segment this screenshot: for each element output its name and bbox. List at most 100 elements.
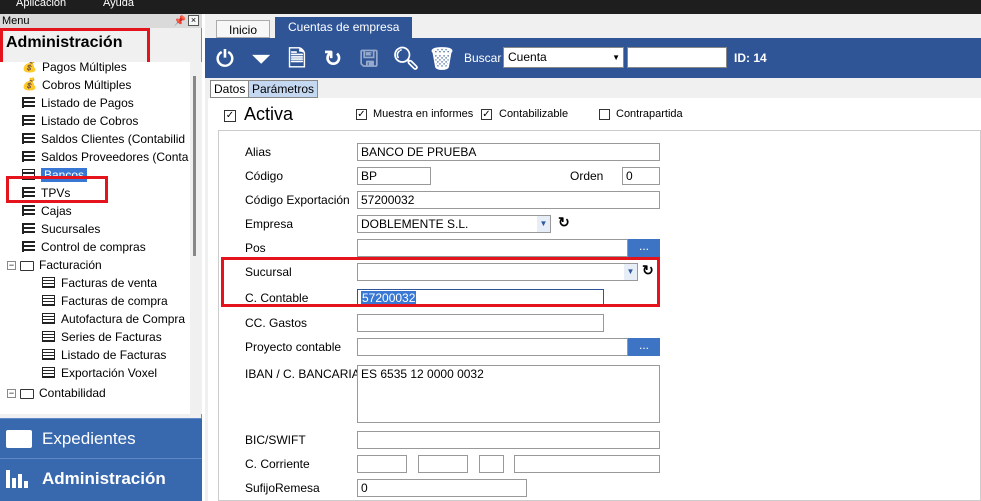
tree-item-control-compras[interactable]: Control de compras bbox=[22, 238, 146, 256]
tree-item-sucursales[interactable]: Sucursales bbox=[22, 220, 100, 238]
tree-item-listado-facturas[interactable]: Listado de Facturas bbox=[42, 346, 166, 364]
tree-item-saldos-proveedores[interactable]: Saldos Proveedores (Conta bbox=[22, 148, 188, 166]
subtab-strip: Datos Parámetros bbox=[205, 78, 981, 98]
tree-item-cajas[interactable]: Cajas bbox=[22, 202, 72, 220]
tree-item-pagos-multiples[interactable]: 💰 Pagos Múltiples bbox=[22, 62, 127, 76]
tree-item-facturas-venta[interactable]: Facturas de venta bbox=[42, 274, 157, 292]
contrapartida-label: Contrapartida bbox=[616, 108, 683, 120]
cc-gastos-field[interactable] bbox=[357, 314, 604, 332]
codigo-label: Código bbox=[245, 169, 284, 183]
collapse-icon[interactable]: − bbox=[7, 261, 16, 271]
tree-item-facturas-compra[interactable]: Facturas de compra bbox=[42, 292, 168, 310]
close-icon[interactable]: × bbox=[188, 15, 199, 26]
codigo-field[interactable]: BP bbox=[357, 167, 431, 185]
orden-label: Orden bbox=[570, 169, 604, 183]
record-id: ID: 14 bbox=[734, 51, 767, 65]
subtab-parametros[interactable]: Parámetros bbox=[248, 80, 319, 98]
pos-field[interactable] bbox=[357, 239, 628, 257]
pos-browse-button[interactable]: ... bbox=[628, 239, 660, 257]
highlight-box-bancos bbox=[6, 176, 108, 203]
proyecto-contable-field[interactable] bbox=[357, 338, 628, 356]
c-corriente-cuenta[interactable] bbox=[514, 455, 660, 473]
search-field-select[interactable]: Cuenta ▼ bbox=[503, 47, 624, 68]
tree-folder-facturacion[interactable]: − Facturación bbox=[7, 256, 102, 274]
empresa-select[interactable]: DOBLEMENTE S.L. ▼ bbox=[357, 215, 551, 233]
scrollbar-thumb[interactable] bbox=[193, 76, 196, 256]
cc-gastos-label: CC. Gastos bbox=[245, 316, 308, 330]
search-input[interactable] bbox=[627, 47, 727, 68]
tree-item-exportacion-voxel[interactable]: Exportación Voxel bbox=[42, 364, 157, 382]
folder-icon bbox=[20, 388, 34, 399]
highlight-box-c-contable bbox=[221, 257, 660, 307]
bar-chart-icon bbox=[6, 470, 32, 488]
orden-field[interactable]: 0 bbox=[622, 167, 660, 185]
bic-swift-field[interactable] bbox=[357, 431, 660, 449]
doc-icon bbox=[42, 313, 55, 325]
doc-icon bbox=[42, 349, 55, 361]
list-icon bbox=[22, 241, 35, 253]
sufijo-remesa-field[interactable]: 0 bbox=[357, 479, 527, 497]
alias-field[interactable]: BANCO DE PRUEBA bbox=[357, 143, 660, 161]
proyecto-browse-button[interactable]: ... bbox=[628, 338, 660, 356]
new-document-icon[interactable]: 🗎 bbox=[284, 47, 310, 71]
contabilizable-checkbox[interactable]: ✓ bbox=[481, 109, 492, 120]
pin-icon[interactable]: 📌 bbox=[174, 15, 186, 29]
list-icon bbox=[22, 151, 35, 163]
collapse-icon[interactable]: − bbox=[7, 389, 16, 399]
chevron-down-icon: ▼ bbox=[537, 216, 550, 232]
activa-checkbox[interactable]: ✓ bbox=[224, 110, 236, 122]
contrapartida-checkbox[interactable] bbox=[599, 109, 610, 120]
sufijo-remesa-label: SufijoRemesa bbox=[245, 481, 320, 495]
trash-icon[interactable]: 🗑︎ bbox=[428, 47, 456, 71]
empresa-label: Empresa bbox=[245, 217, 294, 231]
power-icon[interactable]: ⏻ bbox=[212, 47, 238, 71]
codigo-exportacion-label: Código Exportación bbox=[245, 193, 350, 207]
menu-tree: 💰 Pagos Múltiples 💰 Cobros Múltiples Lista… bbox=[0, 62, 190, 414]
tree-item-saldos-clientes[interactable]: Saldos Clientes (Contabilid bbox=[22, 130, 185, 148]
refresh-icon[interactable]: ↻ bbox=[558, 214, 570, 231]
alias-label: Alias bbox=[245, 145, 272, 159]
sidebar: Menu 📌 × Administración 💰 Pagos Múltiples… bbox=[0, 14, 202, 501]
c-corriente-dc[interactable] bbox=[479, 455, 504, 473]
tree-folder-contabilidad[interactable]: − Contabilidad bbox=[7, 384, 106, 402]
menu-ayuda[interactable]: Ayuda bbox=[103, 0, 134, 9]
money-icon: 💰 bbox=[22, 77, 37, 92]
filter-icon[interactable]: ⏷ bbox=[248, 47, 274, 71]
buscar-label: Buscar bbox=[464, 51, 502, 65]
proyecto-contable-label: Proyecto contable bbox=[245, 340, 342, 354]
iban-label: IBAN / C. BANCARIA bbox=[245, 367, 360, 381]
codigo-exportacion-field[interactable]: 57200032 bbox=[357, 191, 660, 209]
tree-item-series-facturas[interactable]: Series de Facturas bbox=[42, 328, 162, 346]
tab-inicio[interactable]: Inicio bbox=[216, 20, 271, 38]
nav-administracion[interactable]: Administración bbox=[0, 458, 202, 501]
sidebar-header-label: Menu bbox=[2, 15, 30, 27]
tree-scrollbar[interactable] bbox=[190, 62, 202, 414]
doc-icon bbox=[42, 367, 55, 379]
save-icon[interactable]: 🖫 bbox=[356, 47, 382, 71]
refresh-icon[interactable]: ↻ bbox=[320, 47, 346, 71]
list-icon bbox=[22, 133, 35, 145]
menu-aplicacion[interactable]: Aplicación bbox=[16, 0, 66, 9]
chevron-down-icon: ▼ bbox=[612, 53, 620, 62]
tree-item-listado-cobros[interactable]: Listado de Cobros bbox=[22, 112, 138, 130]
folder-icon bbox=[20, 260, 34, 271]
form-panel: ✓ Activa ✓ Muestra en informes ✓ Contabi… bbox=[208, 98, 981, 501]
iban-field[interactable]: ES 6535 12 0000 0032 bbox=[357, 365, 660, 423]
pos-label: Pos bbox=[245, 241, 266, 255]
subtab-datos[interactable]: Datos bbox=[210, 80, 250, 98]
tree-item-listado-pagos[interactable]: Listado de Pagos bbox=[22, 94, 134, 112]
c-corriente-entidad[interactable] bbox=[357, 455, 407, 473]
form-fields: Alias BANCO DE PRUEBA Código BP Orden 0 … bbox=[218, 130, 981, 501]
list-icon bbox=[22, 115, 35, 127]
list-icon bbox=[22, 223, 35, 235]
nav-expedientes[interactable]: Expedientes bbox=[0, 418, 202, 458]
search-icon[interactable]: 🔍︎ bbox=[392, 47, 420, 71]
muestra-checkbox[interactable]: ✓ bbox=[356, 109, 367, 120]
tree-item-autofactura[interactable]: Autofactura de Compra bbox=[42, 310, 185, 328]
highlight-box-title bbox=[0, 28, 150, 66]
bic-swift-label: BIC/SWIFT bbox=[245, 433, 306, 447]
tab-cuentas-empresa[interactable]: Cuentas de empresa bbox=[275, 17, 413, 38]
c-corriente-oficina[interactable] bbox=[418, 455, 468, 473]
list-icon bbox=[22, 97, 35, 109]
tree-item-cobros-multiples[interactable]: 💰 Cobros Múltiples bbox=[22, 76, 131, 94]
